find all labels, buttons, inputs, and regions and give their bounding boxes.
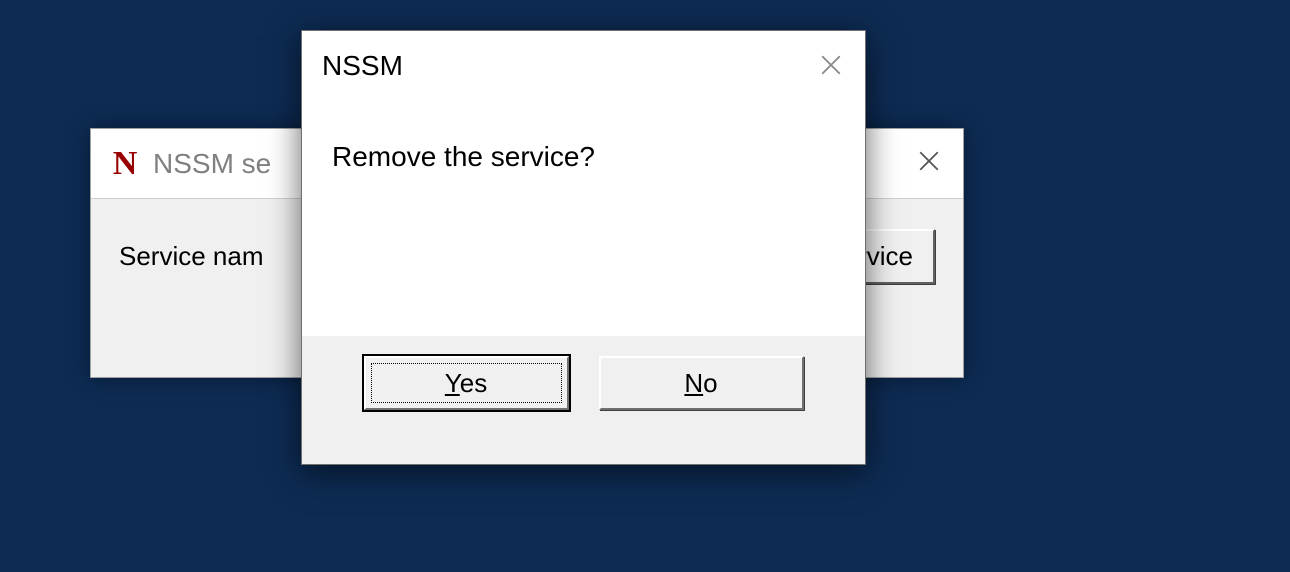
service-name-label: Service nam (119, 241, 264, 272)
dialog-button-row: Yes No (302, 336, 865, 430)
yes-button[interactable]: Yes (364, 356, 569, 410)
dialog-message: Remove the service? (332, 141, 835, 173)
close-icon (919, 151, 939, 171)
background-window-title: NSSM se (153, 148, 271, 180)
no-button-label-rest: o (703, 368, 717, 398)
no-button-accelerator: N (684, 368, 703, 398)
nssm-app-icon: N (107, 146, 143, 182)
nssm-icon-letter: N (113, 145, 138, 183)
dialog-body: Remove the service? (302, 101, 865, 336)
dialog-titlebar: NSSM (302, 31, 865, 101)
dialog-title: NSSM (322, 50, 403, 82)
no-button[interactable]: No (599, 356, 804, 410)
yes-button-accelerator: Y (445, 368, 460, 398)
close-icon (821, 55, 841, 75)
background-close-button[interactable] (905, 141, 953, 181)
dialog-close-button[interactable] (807, 45, 855, 85)
yes-button-label-rest: es (460, 368, 487, 398)
confirm-dialog: NSSM Remove the service? Yes No (301, 30, 866, 465)
